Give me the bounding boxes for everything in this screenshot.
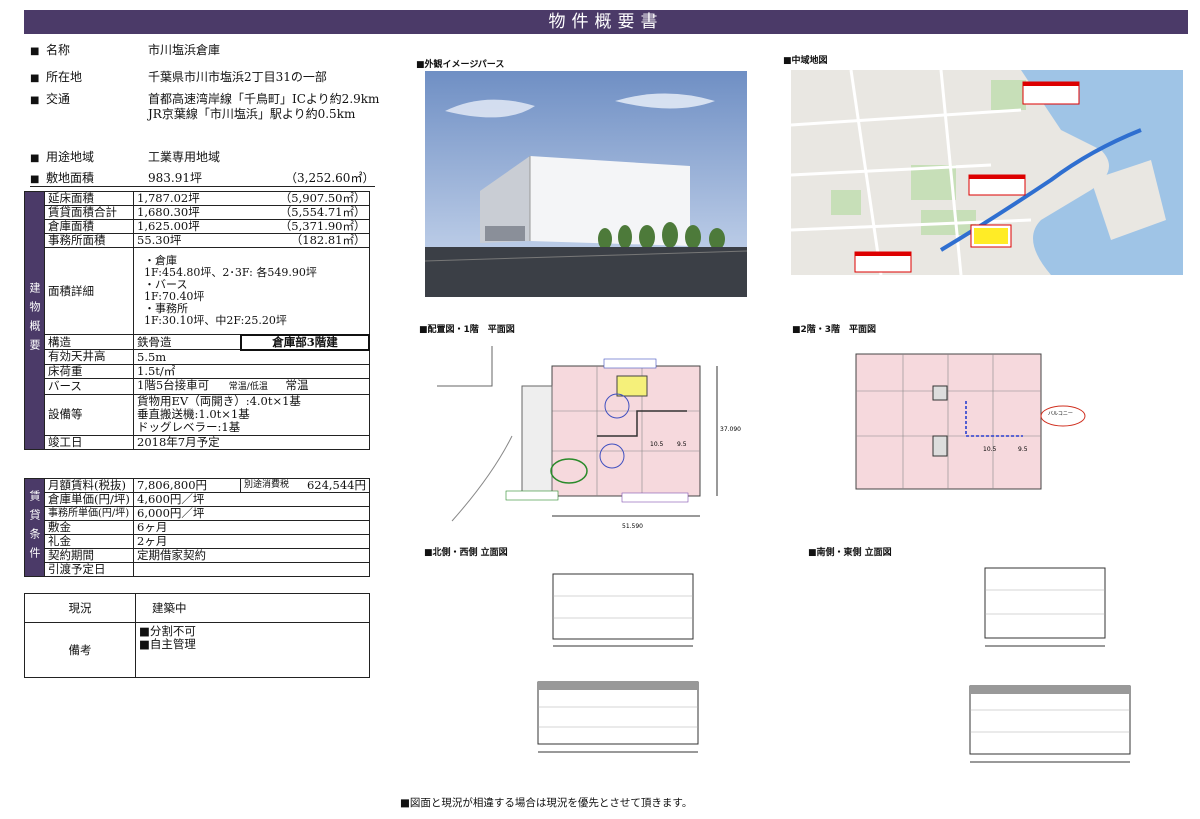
bay1-label: 10.5 (650, 441, 664, 448)
ceiling-label: 有効天井高 (44, 349, 134, 365)
tax-cell: 別途消費税 624,544円 (240, 478, 370, 493)
bay2-label: 9.5 (677, 441, 687, 448)
area-label: 賃貸面積合計 (44, 205, 134, 220)
bullet: ■ (30, 174, 40, 185)
dim-width-label: 51.590 (622, 523, 643, 530)
lease-label: 敷金 (44, 520, 134, 535)
rent-label: 月額賃料(税抜) (44, 478, 134, 493)
berth-value: 1階5台接車可 常温/低温 常温 (133, 377, 370, 395)
access-value-2: JR京葉線「市川塩浜」駅より約0.5km (148, 107, 356, 121)
bullet: ■ (30, 73, 40, 84)
area-value: 1,787.02坪 （5,907.50㎡） (133, 191, 370, 206)
dim-depth-label: 37.090 (720, 426, 741, 433)
section-elev-nw: ■北側・西側 立面図 (424, 548, 508, 558)
section-floor23: ■2階・3階 平面図 (792, 325, 877, 335)
elevation-south-east (900, 560, 1135, 782)
lease-value: 4,600円／坪 (133, 492, 370, 507)
lease-value: 2ヶ月 (133, 534, 370, 549)
section-perspective: ■外観イメージパース (416, 60, 505, 70)
site-label: 敷地面積 (46, 171, 95, 185)
bullet: ■ (30, 95, 40, 106)
area-map-image (791, 70, 1183, 275)
summary-zoning-row: ■ 用途地域 工業専用地域 (30, 149, 380, 165)
area-value: 1,625.00坪 （5,371.90㎡） (133, 219, 370, 234)
lease-label: 礼金 (44, 534, 134, 549)
summary-address-row: ■ 所在地 千葉県市川市塩浜2丁目31の一部 (30, 69, 380, 85)
area-label: 延床面積 (44, 191, 134, 206)
complete-value: 2018年7月予定 (133, 434, 370, 450)
load-label: 床荷重 (44, 363, 134, 379)
floor23-plan: バルコニー 10.5 9.5 (798, 336, 1093, 521)
exterior-perspective-image (425, 71, 747, 297)
bullet: ■ (30, 153, 40, 164)
structure-note: 倉庫部3階建 (240, 333, 370, 351)
remarks-label: 備考 (24, 622, 136, 678)
footer-note: ■図面と現況が相違する場合は現況を優先とさせて頂きます。 (400, 797, 693, 809)
building-side-label: 建物概要 (24, 191, 45, 450)
section-elev-se: ■南側・東側 立面図 (808, 548, 892, 558)
balcony-label: バルコニー (1048, 411, 1073, 417)
remarks-value: ■分割不可 ■自主管理 (135, 622, 370, 678)
site-value-m2: （3,252.60㎡） (285, 171, 375, 185)
access-value-1: 首都高速湾岸線「千鳥町」ICより約2.9km (148, 92, 380, 106)
detail-value: ・倉庫 1F:454.80坪、2･3F: 各549.90坪 ・バース 1F:70… (133, 247, 370, 335)
access-label: 交通 (46, 92, 71, 106)
lease-value: 定期借家契約 (133, 548, 370, 563)
area-value: 55.30坪 （182.81㎡） (133, 233, 370, 248)
summary-access-row: ■ 交通 首都高速湾岸線「千鳥町」ICより約2.9km (30, 91, 380, 107)
summary-name-row: ■ 名称 市川塩浜倉庫 (30, 42, 380, 58)
rent-value: 7,806,800円 (133, 478, 241, 493)
section-layout: ■配置図・1階 平面図 (419, 325, 515, 335)
name-label: 名称 (46, 43, 71, 57)
summary-site-row: ■ 敷地面積 983.91坪 （3,252.60㎡） (30, 170, 375, 187)
zoning-label: 用途地域 (46, 150, 95, 164)
status-table: 現況 建築中 備考 ■分割不可 ■自主管理 (24, 593, 370, 678)
complete-label: 竣工日 (44, 434, 134, 450)
address-label: 所在地 (46, 70, 83, 84)
lease-value: 6,000円／坪 (133, 506, 370, 521)
lease-value (133, 562, 370, 577)
load-value: 1.5t/㎡ (133, 363, 370, 379)
area-value: 1,680.30坪 （5,554.71㎡） (133, 205, 370, 220)
building-table: 建物概要 延床面積 1,787.02坪 （5,907.50㎡） 賃貸面積合計 1,… (24, 191, 370, 450)
equip-value: 貨物用EV（両開き）:4.0t×1基 垂直搬送機:1.0t×1基 ドッグレベラー… (133, 393, 370, 436)
area-label: 事務所面積 (44, 233, 134, 248)
lease-label: 引渡予定日 (44, 562, 134, 577)
address-value: 千葉県市川市塩浜2丁目31の一部 (148, 70, 327, 84)
status-label: 現況 (24, 593, 136, 623)
detail-label: 面積詳細 (44, 247, 134, 335)
bullet: ■ (30, 46, 40, 57)
equip-label: 設備等 (44, 393, 134, 436)
lease-side-label: 賃貸条件 (24, 478, 45, 577)
area-label: 倉庫面積 (44, 219, 134, 234)
structure-value: 鉄骨造 (133, 334, 242, 350)
lease-label: 契約期間 (44, 548, 134, 563)
section-map: ■中域地図 (783, 56, 828, 66)
status-value: 建築中 (135, 593, 370, 623)
bay2-label: 9.5 (1018, 446, 1028, 453)
structure-label: 構造 (44, 334, 134, 350)
lease-label: 事務所単価(円/坪) (44, 506, 134, 521)
bay1-label: 10.5 (983, 446, 997, 453)
ceiling-value: 5.5m (133, 349, 370, 365)
site-value: 983.91坪 (148, 171, 202, 185)
page-title: 物件概要書 (24, 10, 1188, 34)
lease-value: 6ヶ月 (133, 520, 370, 535)
site-layout-plan: 51.590 37.090 10.5 9.5 (432, 336, 742, 536)
name-value: 市川塩浜倉庫 (148, 43, 221, 57)
zoning-value: 工業専用地域 (148, 150, 221, 164)
berth-label: バース (44, 377, 134, 395)
elevation-north-west (528, 562, 748, 780)
lease-table: 賃貸条件 月額賃料(税抜) 7,806,800円 別途消費税 624,544円 倉… (24, 478, 370, 577)
lease-label: 倉庫単価(円/坪) (44, 492, 134, 507)
